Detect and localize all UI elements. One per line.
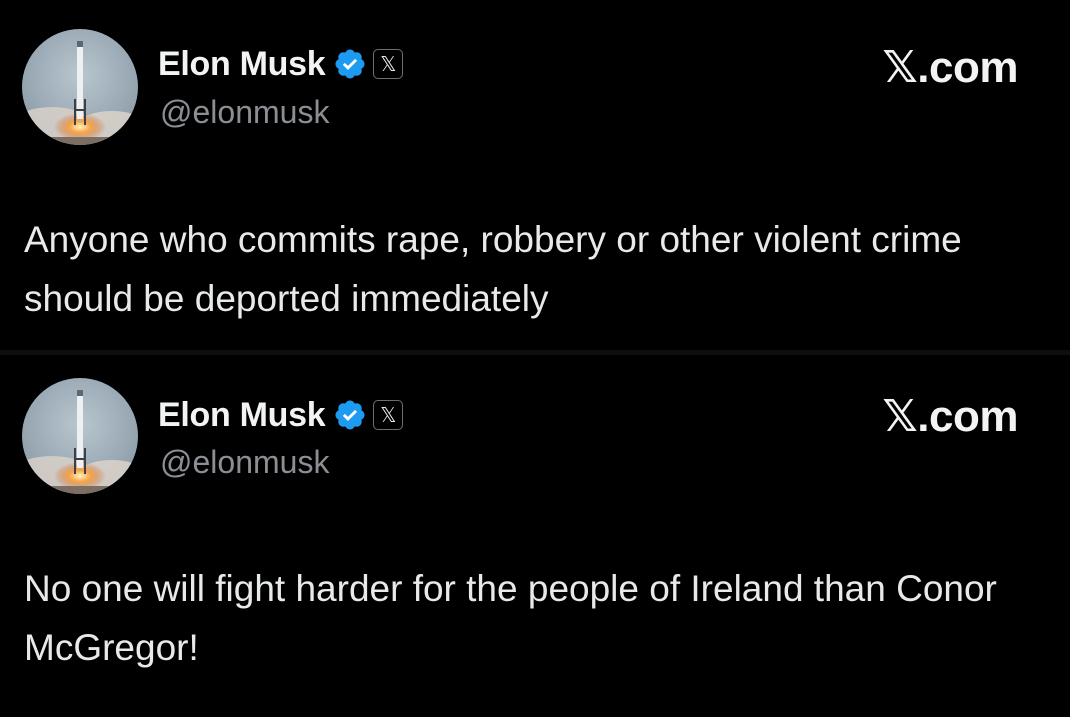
post-text: No one will fight harder for the people …: [24, 568, 997, 668]
post-card[interactable]: Elon Musk 𝕏 @elonmusk 𝕏.com No one will …: [0, 355, 1070, 717]
author-handle[interactable]: @elonmusk: [160, 444, 329, 481]
post-text: Anyone who commits rape, robbery or othe…: [24, 219, 962, 319]
rocket-launch-image: [22, 378, 138, 494]
x-logo-icon: 𝕏: [373, 49, 404, 79]
avatar[interactable]: [22, 378, 138, 494]
rocket-launch-image: [22, 29, 138, 145]
post-card[interactable]: Elon Musk 𝕏 @elonmusk 𝕏.com Anyone who c…: [0, 0, 1070, 350]
avatar[interactable]: [22, 29, 138, 145]
brand-watermark: 𝕏.com: [882, 392, 1018, 441]
author-name-row: Elon Musk 𝕏: [158, 393, 404, 437]
x-logo-icon: 𝕏: [373, 400, 404, 430]
author-display-name[interactable]: Elon Musk: [158, 45, 326, 84]
verified-check-icon: [335, 400, 365, 430]
verified-check-icon: [335, 49, 365, 79]
author-display-name[interactable]: Elon Musk: [158, 396, 326, 435]
brand-watermark: 𝕏.com: [882, 43, 1018, 92]
author-handle[interactable]: @elonmusk: [160, 94, 329, 131]
author-name-row: Elon Musk 𝕏: [158, 42, 404, 86]
